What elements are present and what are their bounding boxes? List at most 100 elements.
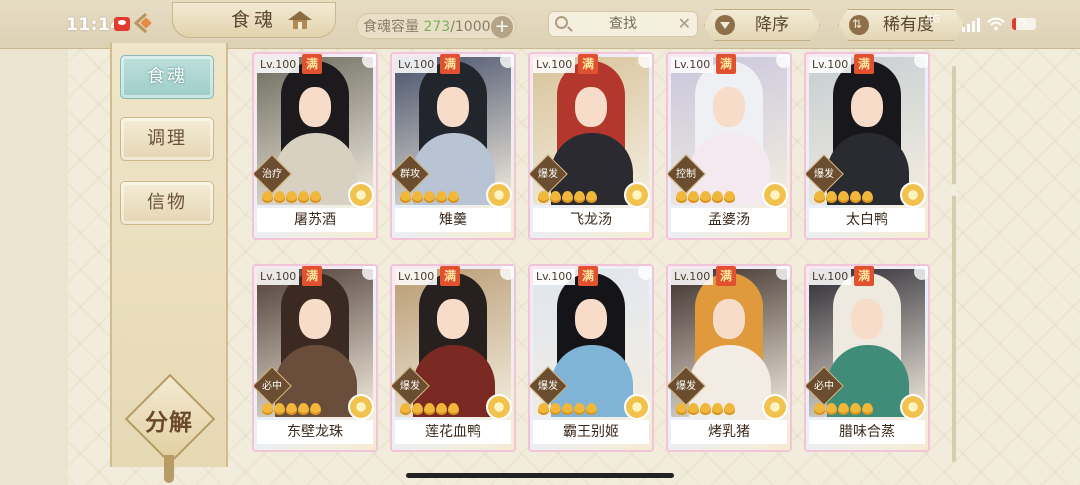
flower-ornament xyxy=(914,266,928,280)
signal-icon xyxy=(962,27,965,32)
star-icon xyxy=(550,403,561,415)
max-badge: 满 xyxy=(578,54,598,74)
back-button[interactable] xyxy=(128,8,158,38)
card-name: 东壁龙珠 xyxy=(257,420,373,444)
star-icon xyxy=(448,403,459,415)
star-icon xyxy=(838,191,849,203)
expand-capacity-button[interactable]: + xyxy=(491,16,513,38)
star-icon xyxy=(562,191,573,203)
tab-tokens[interactable]: 信物 xyxy=(120,181,214,225)
role-label: 爆发 xyxy=(538,381,558,392)
star-icon xyxy=(724,403,735,415)
star-icon xyxy=(310,403,321,415)
star-icon xyxy=(274,191,285,203)
star-icon xyxy=(676,191,687,203)
star-icon xyxy=(676,403,687,415)
network-label: 4G xyxy=(926,14,941,25)
capacity-label: 食魂容量 xyxy=(363,19,419,35)
star-icon xyxy=(688,191,699,203)
decompose-label[interactable]: 分解 xyxy=(112,403,226,437)
star-icon xyxy=(550,191,561,203)
star-icon xyxy=(838,403,849,415)
star-icon xyxy=(412,191,423,203)
flower-ornament xyxy=(914,54,928,68)
star-rating xyxy=(262,188,322,203)
star-icon xyxy=(262,191,273,203)
star-icon xyxy=(298,403,309,415)
rarity-icon xyxy=(900,182,926,208)
food-soul-card[interactable]: Lv.100 满必中 腊味合蒸 xyxy=(804,264,930,452)
star-rating xyxy=(814,400,874,415)
food-soul-card[interactable]: Lv.100 满爆发 莲花血鸭 xyxy=(390,264,516,452)
star-rating xyxy=(676,188,736,203)
tab-cooking[interactable]: 调理 xyxy=(120,117,214,161)
food-soul-card[interactable]: Lv.100 满控制 孟婆汤 xyxy=(666,52,792,240)
card-level: Lv.100 xyxy=(533,269,576,285)
card-level: Lv.100 xyxy=(257,269,300,285)
sort-order-label: 降序 xyxy=(755,15,789,35)
star-icon xyxy=(586,191,597,203)
food-soul-card[interactable]: Lv.100 满治疗 屠苏酒 xyxy=(252,52,378,240)
star-icon xyxy=(436,191,447,203)
star-icon xyxy=(436,403,447,415)
star-icon xyxy=(712,403,723,415)
card-level: Lv.100 xyxy=(395,57,438,73)
left-margin xyxy=(0,0,68,485)
star-icon xyxy=(286,191,297,203)
scrollbar[interactable] xyxy=(951,66,957,462)
star-rating xyxy=(400,188,460,203)
star-icon xyxy=(400,403,411,415)
clear-icon[interactable]: ✕ xyxy=(678,12,691,36)
star-rating xyxy=(400,400,460,415)
max-badge: 满 xyxy=(716,54,736,74)
sidebar: 食魂 调理 信物 分解 xyxy=(110,43,228,483)
wifi-icon xyxy=(987,17,1005,31)
card-name: 孟婆汤 xyxy=(671,208,787,232)
role-label: 治疗 xyxy=(262,169,282,180)
rarity-icon xyxy=(624,182,650,208)
star-icon xyxy=(274,403,285,415)
flower-ornament xyxy=(638,54,652,68)
sort-order-button[interactable]: 降序 xyxy=(704,9,820,41)
food-soul-card[interactable]: Lv.100 满爆发 太白鸭 xyxy=(804,52,930,240)
rarity-icon xyxy=(486,182,512,208)
star-icon xyxy=(538,191,549,203)
max-badge: 满 xyxy=(854,54,874,74)
flower-ornament xyxy=(776,54,790,68)
food-soul-card[interactable]: Lv.100 满爆发 飞龙汤 xyxy=(528,52,654,240)
food-soul-card[interactable]: Lv.100 满必中 东壁龙珠 xyxy=(252,264,378,452)
star-icon xyxy=(538,403,549,415)
card-name: 飞龙汤 xyxy=(533,208,649,232)
tassel-ornament xyxy=(164,455,174,483)
star-icon xyxy=(700,191,711,203)
star-icon xyxy=(400,191,411,203)
sort-desc-icon xyxy=(715,15,735,35)
star-icon xyxy=(424,403,435,415)
star-rating xyxy=(538,188,598,203)
rarity-icon xyxy=(762,182,788,208)
food-soul-card[interactable]: Lv.100 满爆发 烤乳猪 xyxy=(666,264,792,452)
card-name: 腊味合蒸 xyxy=(809,420,925,444)
star-rating xyxy=(538,400,598,415)
max-badge: 满 xyxy=(716,266,736,286)
card-level: Lv.100 xyxy=(809,269,852,285)
search-box[interactable]: 查找 ✕ xyxy=(548,11,698,37)
star-icon xyxy=(826,403,837,415)
scrollbar-thumb[interactable] xyxy=(951,184,957,196)
rarity-icon xyxy=(486,394,512,420)
star-icon xyxy=(814,403,825,415)
flower-ornament xyxy=(500,54,514,68)
star-icon xyxy=(850,191,861,203)
max-badge: 满 xyxy=(302,266,322,286)
star-rating xyxy=(262,400,322,415)
role-label: 控制 xyxy=(676,169,696,180)
max-badge: 满 xyxy=(854,266,874,286)
food-soul-card[interactable]: Lv.100 满群攻 雉羹 xyxy=(390,52,516,240)
tab-food-souls[interactable]: 食魂 xyxy=(120,55,214,99)
food-soul-card[interactable]: Lv.100 满爆发 霸王别姬 xyxy=(528,264,654,452)
home-indicator[interactable] xyxy=(406,473,674,478)
flower-ornament xyxy=(362,266,376,280)
capacity-current: 273 xyxy=(423,19,451,35)
star-icon xyxy=(586,403,597,415)
home-button[interactable] xyxy=(286,8,314,32)
